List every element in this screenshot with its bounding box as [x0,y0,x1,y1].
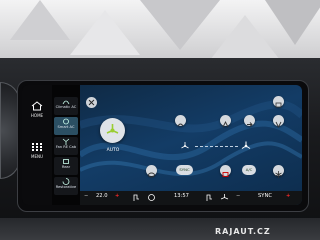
home-label[interactable]: HOME [22,113,52,118]
sync-status[interactable]: SYNC [258,193,272,199]
tab-label: Restorative [55,185,77,189]
climate-bar: − 22.0 + 13:57 − SYNC + [80,191,302,205]
seat-heat-right-icon[interactable] [205,193,214,202]
background-waves [80,100,302,177]
close-button[interactable] [86,97,97,108]
watermark: RAJAUT.CZ [215,227,271,236]
tab-rear[interactable]: Rear [54,157,78,175]
temp-down-right[interactable]: − [236,193,240,199]
auto-label: AUTO [106,148,120,153]
option-button[interactable] [273,96,284,108]
fan-small-icon[interactable] [220,193,229,202]
snowflake-icon [275,171,282,178]
tab-label: Fan RE Cab [55,145,77,149]
fan-speed-slider[interactable] [195,146,238,148]
seat-air-icon [247,122,253,127]
climate-icon [62,100,70,105]
tab-label: Climatic AC [55,105,77,109]
fan-low-icon [181,142,189,149]
air-direction-icon [222,120,229,128]
defrost-icon [177,123,184,127]
sync-button[interactable]: SYNC [176,165,193,175]
temp-up-left[interactable]: + [115,193,119,199]
tab-climatic-ac[interactable]: Climatic AC [54,97,78,115]
dashboard-trim [0,218,320,240]
seat-heat-left-icon[interactable] [132,193,141,202]
temp-up-right[interactable]: + [286,193,290,199]
home-icon[interactable] [31,101,43,111]
auto-climate-button[interactable] [100,118,125,143]
rear-icon [63,159,69,164]
feet-air-icon [275,121,282,129]
restore-icon [62,178,70,185]
tab-restorative[interactable]: Restorative [54,177,78,195]
air-direction-feet-button[interactable] [273,115,284,129]
recirculation-icon [148,172,155,178]
fan-high-icon [241,141,251,149]
left-temperature: 22.0 [96,193,108,199]
photo-scene: HOME MENU Climatic AC Smart AC Fan RE Ca… [0,0,320,240]
menu-icon[interactable] [31,142,43,152]
infotainment-screen: HOME MENU Climatic AC Smart AC Fan RE Ca… [22,85,302,205]
ac-button[interactable]: A/C [242,165,256,175]
air-direction-body-button[interactable] [244,115,255,127]
tab-fan[interactable]: Fan RE Cab [54,137,78,155]
system-sidebar: HOME MENU [22,85,52,205]
steering-heat-icon[interactable] [147,193,156,202]
auto-fan-icon [106,124,119,134]
temp-down-left[interactable]: − [84,193,88,199]
fan-icon [62,138,70,145]
max-ac-button[interactable] [273,165,284,178]
rear-defrost-icon [222,172,229,177]
clock: 13:57 [174,193,189,199]
climate-panel: AUTO SYNC A/C [80,85,302,205]
climate-tabs: Climatic AC Smart AC Fan RE Cab Rear Res… [54,93,78,199]
recirculation-button[interactable] [146,165,157,178]
air-direction-up-button[interactable] [220,115,231,128]
defrost-front-button[interactable] [175,115,186,127]
menu-label[interactable]: MENU [22,154,52,159]
rear-defrost-button[interactable] [220,165,231,177]
smart-ac-icon [63,118,69,125]
screen-icon [275,102,282,108]
tab-label: Smart AC [57,125,75,129]
tab-label: Rear [61,165,71,169]
tab-smart-ac[interactable]: Smart AC [54,117,78,135]
